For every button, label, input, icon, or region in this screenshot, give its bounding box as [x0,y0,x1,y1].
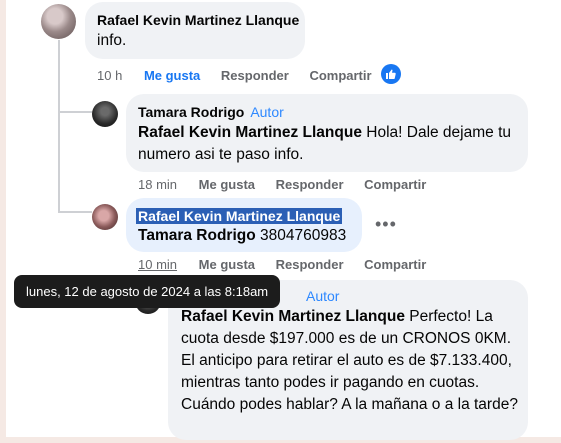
comment-actions: 10 h Me gusta Responder Compartir [97,68,389,83]
like-button[interactable]: Me gusta [199,257,255,272]
comment-actions: 10 min Me gusta Responder Compartir [138,257,443,272]
comment-author: Autor [300,288,339,304]
comment-author[interactable]: Rafael Kevin Martinez Llanque [97,12,299,28]
author-name[interactable]: Tamara Rodrigo [138,104,244,120]
like-button[interactable]: Me gusta [199,177,255,192]
comment-text: Tamara Rodrigo 3804760983 [138,225,346,247]
comment-timestamp[interactable]: 10 h [97,68,122,83]
comment-timestamp[interactable]: 18 min [138,177,177,192]
left-page-edge [0,0,6,443]
more-options-icon[interactable]: ••• [375,214,397,235]
reply-button[interactable]: Responder [276,257,344,272]
thread-line [58,40,60,213]
comment-timestamp[interactable]: 10 min [138,257,177,272]
avatar[interactable] [92,101,118,127]
comment-body: 3804760983 [255,227,347,244]
share-button[interactable]: Compartir [364,257,426,272]
comment-text: Rafael Kevin Martinez Llanque Perfecto! … [181,306,518,416]
mention-link[interactable]: Rafael Kevin Martinez Llanque [138,124,362,141]
thread-branch [58,211,92,213]
mention-link[interactable]: Rafael Kevin Martinez Llanque [181,308,405,325]
like-button[interactable]: Me gusta [144,68,200,83]
comment-actions: 18 min Me gusta Responder Compartir [138,177,443,192]
timestamp-tooltip: lunes, 12 de agosto de 2024 a las 8:18am [14,275,281,308]
comment-text: Rafael Kevin Martinez Llanque Hola! Dale… [138,122,518,166]
reply-button[interactable]: Responder [276,177,344,192]
comment-text: info. [97,32,127,49]
share-button[interactable]: Compartir [364,177,426,192]
author-badge: Autor [306,288,340,304]
comment-author: Tamara Rodrigo Autor [138,104,284,120]
selected-author-name[interactable]: Rafael Kevin Martinez Llanque [136,208,343,224]
comment-author: Rafael Kevin Martinez Llanque [136,208,343,224]
share-button[interactable]: Compartir [309,68,371,83]
like-reaction-icon[interactable] [381,64,401,84]
reply-button[interactable]: Responder [221,68,289,83]
avatar[interactable] [41,4,76,39]
thread-branch [58,111,92,113]
author-badge: Autor [250,104,284,120]
mention-link[interactable]: Tamara Rodrigo [138,227,256,244]
avatar[interactable] [92,204,118,230]
